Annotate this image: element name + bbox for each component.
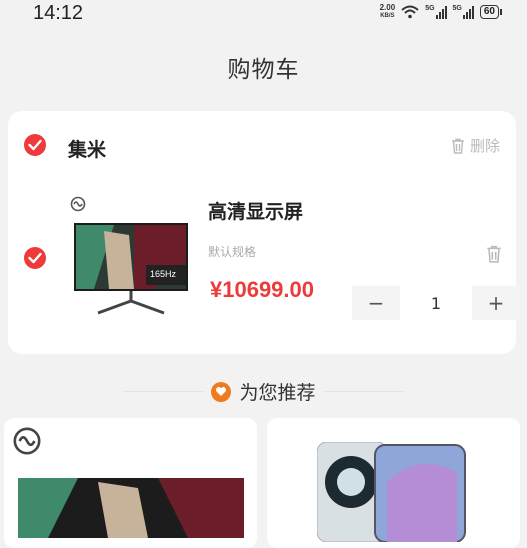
signal-bars-icon	[462, 5, 474, 19]
product-spec[interactable]: 默认规格	[208, 243, 256, 260]
product-image	[317, 442, 466, 542]
product-name[interactable]: 高清显示屏	[208, 197, 303, 224]
item-select-checkbox[interactable]	[24, 247, 46, 269]
heart-icon	[211, 381, 232, 402]
product-image	[18, 478, 244, 538]
wifi-icon	[401, 5, 419, 19]
signal-2: 5G	[453, 5, 474, 19]
recommend-title: 为您推荐	[239, 382, 316, 404]
signal-bars-icon	[435, 5, 447, 19]
quantity-stepper: − 1 +	[352, 286, 520, 320]
increase-button[interactable]: +	[472, 286, 520, 320]
net-speed: 2.00 KB/S	[379, 3, 396, 20]
battery-icon: 60	[479, 5, 503, 19]
trash-icon[interactable]	[486, 245, 502, 263]
recommend-card[interactable]	[4, 418, 257, 548]
shop-name[interactable]: 集米	[68, 135, 106, 162]
recommend-header: 为您推荐	[0, 378, 527, 405]
brand-logo-icon	[13, 427, 41, 455]
quantity-value[interactable]: 1	[404, 286, 468, 320]
status-bar: 14:12 2.00 KB/S 5G 5G 60	[0, 0, 527, 30]
status-time: 14:12	[33, 2, 84, 24]
shop-select-checkbox[interactable]	[24, 134, 46, 156]
divider	[323, 391, 404, 392]
page-title: 购物车	[227, 57, 300, 83]
trash-icon	[451, 138, 464, 154]
divider	[123, 391, 204, 392]
status-icons: 2.00 KB/S 5G 5G 60	[379, 3, 503, 20]
signal-1: 5G	[425, 5, 447, 19]
monitor-badge: 165Hz	[150, 269, 177, 279]
check-icon	[28, 139, 42, 151]
check-icon	[28, 252, 42, 264]
brand-logo-icon	[70, 196, 86, 212]
product-price: ¥10699.00	[210, 277, 314, 302]
recommend-card[interactable]	[267, 418, 520, 548]
product-image[interactable]: 165Hz	[74, 221, 188, 321]
cart-shop-card: 集米 删除 165Hz 高清显示屏 默认规格 ¥10699.00 − 1 +	[8, 111, 520, 354]
decrease-button[interactable]: −	[352, 286, 400, 320]
delete-label: 删除	[469, 137, 500, 155]
delete-button[interactable]: 删除	[451, 135, 500, 156]
